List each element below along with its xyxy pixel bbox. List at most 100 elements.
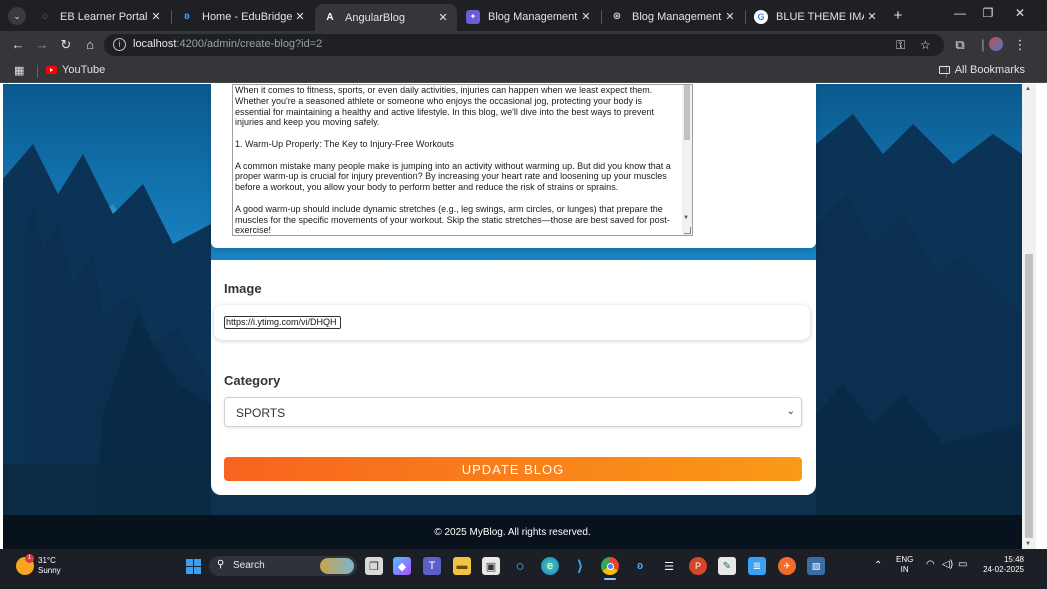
apps-grid-icon[interactable]: ▦ <box>14 64 24 77</box>
bookmark-divider <box>37 65 38 78</box>
task-view-icon[interactable]: ❐ <box>365 557 383 575</box>
minimize-icon[interactable]: — <box>950 6 970 20</box>
clock[interactable]: 15:48 24-02-2025 <box>978 555 1024 575</box>
scroll-down-arrow-icon[interactable]: ▼ <box>1025 541 1031 547</box>
edubridge-app-icon[interactable]: ʚ <box>631 557 649 575</box>
bookmark-label: All Bookmarks <box>954 64 1025 76</box>
textarea-scrollbar[interactable]: ▼ <box>682 85 692 235</box>
tab-title: Blog Management system <box>488 10 578 23</box>
cortana-icon[interactable]: ○ <box>511 557 529 575</box>
folder-icon <box>938 66 950 74</box>
close-icon[interactable]: ✕ <box>148 10 164 23</box>
close-icon[interactable]: ✕ <box>292 10 308 23</box>
language-bottom: IN <box>900 565 909 574</box>
back-icon[interactable]: ← <box>10 37 26 53</box>
postman-icon[interactable]: ✈ <box>778 557 796 575</box>
battery-icon[interactable]: ▭ <box>958 560 967 570</box>
window-close-icon[interactable]: ✕ <box>1010 6 1030 20</box>
address-bar[interactable]: i localhost:4200/admin/create-blog?id=2 … <box>104 34 944 56</box>
tab-angularblog[interactable]: A AngularBlog ✕ <box>315 4 457 31</box>
sun-icon: 1 <box>16 554 34 575</box>
scroll-down-arrow-icon[interactable]: ▼ <box>683 215 689 221</box>
tab-blog-management-system-1[interactable]: ✦ Blog Management system ✕ <box>458 4 600 29</box>
language-indicator[interactable]: ENG IN <box>896 555 913 575</box>
taskbar-app-lines-icon[interactable]: ☰ <box>660 557 678 575</box>
vscode-icon[interactable]: ⟩ <box>571 557 589 575</box>
update-blog-button[interactable]: UPDATE BLOG <box>224 457 802 481</box>
reload-icon[interactable]: ↻ <box>58 37 74 53</box>
tab-blue-theme-image[interactable]: G BLUE THEME IMAGE OG H ✕ <box>746 4 886 29</box>
category-select[interactable]: SPORTS ⌄ <box>224 397 802 427</box>
close-icon[interactable]: ✕ <box>435 11 451 24</box>
profile-avatar-icon[interactable] <box>988 37 1004 53</box>
page-scroll-thumb[interactable] <box>1025 254 1033 538</box>
edge-icon[interactable]: e <box>541 557 559 575</box>
close-icon[interactable]: ✕ <box>864 10 880 23</box>
notepad-icon[interactable]: ≣ <box>748 557 766 575</box>
bookmark-youtube[interactable]: YouTube <box>46 64 105 76</box>
taskbar-search[interactable]: ⚲ Search <box>209 556 357 576</box>
extensions-icon[interactable]: ⧉ <box>952 37 968 53</box>
tab-search-button[interactable]: ⌄ <box>8 7 26 25</box>
copilot-icon[interactable]: ◆ <box>393 557 411 575</box>
textarea-scroll-thumb[interactable] <box>684 85 690 140</box>
weather-desc: Sunny <box>38 566 61 575</box>
tab-blog-management-system-2[interactable]: ⊛ Blog Management System ✕ <box>602 4 744 29</box>
url-text[interactable]: localhost:4200/admin/create-blog?id=2 <box>133 38 322 50</box>
all-bookmarks-button[interactable]: All Bookmarks <box>938 64 1025 76</box>
tab-home-edubridge[interactable]: ʚ Home - EduBridge ✕ <box>172 4 314 29</box>
content-paragraph: A good warm-up should include dynamic st… <box>235 203 670 236</box>
clock-date: 24-02-2025 <box>983 565 1024 574</box>
image-url-input[interactable]: https://i.ytimg.com/vi/DHQH <box>224 316 341 329</box>
content-paragraph: A common mistake many people make is jum… <box>235 160 671 193</box>
page-footer: © 2025 MyBlog. All rights reserved. <box>3 515 1022 549</box>
edubridge-icon: ʚ <box>184 11 190 22</box>
footer-copyright: © 2025 MyBlog. All rights reserved. <box>434 527 591 538</box>
tab-title: BLUE THEME IMAGE OG H <box>776 10 864 23</box>
tray-overflow-icon[interactable]: ⌃ <box>874 561 882 571</box>
forward-icon[interactable]: → <box>34 37 50 53</box>
weather-widget[interactable]: 1 31°C Sunny <box>16 554 61 576</box>
content-text: When it comes to fitness, sports, or eve… <box>233 85 692 236</box>
file-explorer-icon[interactable]: ▬ <box>453 557 471 575</box>
site-info-icon[interactable]: i <box>113 38 126 51</box>
powerpoint-icon[interactable]: P <box>689 557 707 575</box>
password-key-icon[interactable]: ⚿ <box>896 38 905 53</box>
category-selected-value: SPORTS <box>236 406 286 420</box>
home-icon[interactable]: ⌂ <box>82 37 98 53</box>
chevron-down-icon: ⌄ <box>786 406 795 417</box>
windows-taskbar: 1 31°C Sunny ⚲ Search ❐ ◆ T ▬ ▣ ○ e ⟩ ʚ … <box>0 549 1047 589</box>
menu-dots-icon[interactable]: ⋮ <box>1012 37 1028 53</box>
content-textarea[interactable]: When it comes to fitness, sports, or eve… <box>232 84 693 236</box>
volume-icon[interactable]: ◁) <box>942 560 953 570</box>
weather-temp: 31°C <box>38 556 56 565</box>
start-button[interactable] <box>184 557 202 575</box>
store-icon[interactable]: ▣ <box>482 557 500 575</box>
wifi-icon[interactable]: ◠ <box>926 560 935 570</box>
tab-title: EB Learner Portal <box>60 10 148 23</box>
url-path: :4200/admin/create-blog?id=2 <box>176 38 323 50</box>
angular-icon: A <box>326 12 334 23</box>
google-icon: G <box>754 9 768 24</box>
resize-grip-icon[interactable] <box>684 227 691 234</box>
bookmark-star-icon[interactable]: ☆ <box>920 38 931 52</box>
page-scrollbar[interactable]: ▲ ▼ <box>1022 84 1036 549</box>
close-icon[interactable]: ✕ <box>578 10 594 23</box>
restore-icon[interactable]: ❐ <box>978 6 998 20</box>
loader-icon: ◌ <box>42 11 48 22</box>
chrome-icon[interactable] <box>601 557 619 575</box>
tab-eb-learner-portal[interactable]: ◌ EB Learner Portal ✕ <box>30 4 170 29</box>
close-icon[interactable]: ✕ <box>722 10 738 23</box>
content-paragraph: 1. Warm-Up Properly: The Key to Injury-F… <box>235 138 454 149</box>
browser-toolbar: ← → ↻ ⌂ i localhost:4200/admin/create-bl… <box>0 31 1047 59</box>
teams-icon[interactable]: T <box>423 557 441 575</box>
new-tab-button[interactable]: + <box>889 7 907 25</box>
browser-tab-bar: ⌄ ◌ EB Learner Portal ✕ ʚ Home - EduBrid… <box>0 0 1047 31</box>
weather-text: 31°C Sunny <box>38 556 61 576</box>
tab-title: Home - EduBridge <box>202 10 292 23</box>
scroll-up-arrow-icon[interactable]: ▲ <box>1025 86 1031 92</box>
remote-desktop-icon[interactable]: ▧ <box>807 557 825 575</box>
language-top: ENG <box>896 555 914 564</box>
notes-app-icon[interactable]: ✎ <box>718 557 736 575</box>
clock-time: 15:48 <box>1003 555 1024 564</box>
